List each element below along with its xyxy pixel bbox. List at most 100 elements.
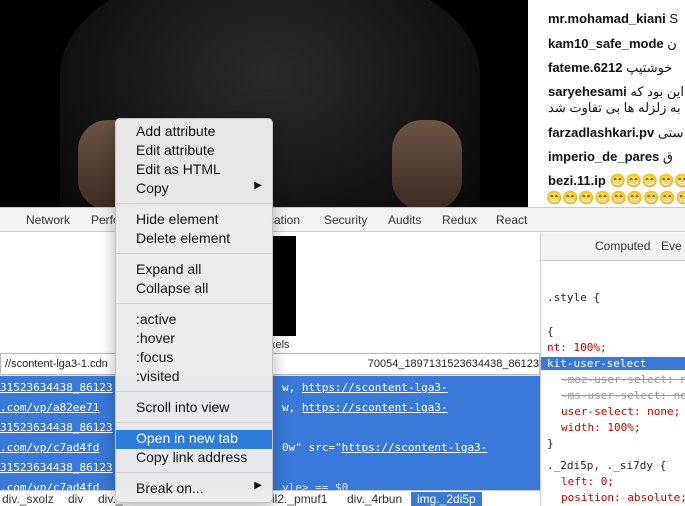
menu-scroll-into-view[interactable]: Scroll into view	[116, 399, 272, 418]
menu-label: :active	[136, 311, 177, 327]
comment: fateme.6212 خوشتیپ	[548, 60, 672, 76]
tab-redux[interactable]: Redux	[442, 213, 477, 227]
css-line: {	[547, 325, 554, 338]
menu-separator	[116, 422, 272, 423]
tab-audits[interactable]: Audits	[388, 213, 421, 227]
url-tooltip-start: //scontent-lga3-1.cdn	[5, 358, 108, 370]
menu-force-visited[interactable]: :visited	[116, 368, 272, 387]
comments-panel: mr.mohamad_kiani S kam10_safe_mode ن fat…	[528, 0, 685, 207]
comment-user[interactable]: imperio_de_pares	[548, 149, 659, 164]
menu-label: Break on...	[136, 480, 204, 496]
devtools-tabbar: Network Perfo cation Security Audits Red…	[0, 208, 685, 232]
menu-expand-all[interactable]: Expand all	[116, 261, 272, 280]
crumb-item[interactable]: div	[68, 492, 83, 506]
menu-collapse-all[interactable]: Collapse all	[116, 280, 272, 299]
css-line: .style {	[547, 291, 600, 304]
tab-computed[interactable]: Computed	[595, 239, 650, 253]
comment-user[interactable]: fateme.6212	[548, 60, 622, 75]
css-property[interactable]: left: 0;	[561, 475, 614, 488]
comment-user[interactable]: mr.mohamad_kiani	[548, 11, 666, 26]
css-line: }	[547, 437, 554, 450]
comment-user[interactable]: farzadlashkari.pv	[548, 125, 654, 140]
crumb-item-selected[interactable]: img._2di5p	[411, 492, 482, 506]
tab-network[interactable]: Network	[26, 213, 70, 227]
code-text: w,	[282, 381, 302, 394]
comment-user[interactable]: bezi.11.ip	[548, 173, 606, 188]
submenu-arrow-icon: ▶	[254, 480, 262, 491]
srcset-url[interactable]: 31523634438_86123	[0, 461, 114, 474]
crumb-item[interactable]: il2._pmuf1	[272, 492, 327, 506]
css-property[interactable]: user-select: none;	[561, 405, 680, 418]
comment-text: ن	[667, 36, 677, 51]
menu-separator	[116, 391, 272, 392]
menu-force-focus[interactable]: :focus	[116, 349, 272, 368]
srcset-url[interactable]: .com/vp/c7ad4fd	[0, 441, 114, 454]
menu-label: Open in new tab	[136, 430, 238, 446]
tab-react[interactable]: React	[496, 213, 527, 227]
comment: bezi.11.ip 😁😁😁😁😁	[548, 173, 685, 189]
context-menu: Add attribute Edit attribute Edit as HTM…	[115, 118, 273, 503]
menu-label: Copy link address	[136, 449, 248, 465]
menu-hide-element[interactable]: Hide element	[116, 211, 272, 230]
comment-text: S	[669, 11, 679, 26]
menu-edit-attribute[interactable]: Edit attribute	[116, 142, 272, 161]
comment: mr.mohamad_kiani S	[548, 11, 678, 26]
src-link[interactable]: https://scontent-lga3-	[342, 441, 488, 454]
menu-separator	[116, 472, 272, 473]
comment: kam10_safe_mode ن	[548, 36, 677, 52]
menu-label: Copy	[136, 180, 169, 196]
menu-label: :focus	[136, 349, 174, 365]
tab-event-listeners[interactable]: Eve	[661, 239, 682, 253]
menu-delete-element[interactable]: Delete element	[116, 230, 272, 249]
css-property-overridden[interactable]: -moz-user-select: n	[561, 373, 685, 386]
menu-edit-as-html[interactable]: Edit as HTML	[116, 161, 272, 180]
css-property[interactable]: position: absolute;	[561, 491, 685, 504]
styles-pane: Computed Eve .style { { nt: 100%; kit-us…	[540, 233, 685, 506]
comment-text: این بود که	[630, 84, 685, 99]
menu-label: Delete element	[136, 230, 231, 246]
menu-label: Expand all	[136, 261, 202, 277]
comment: سبت به زلزله ها بی تفاوت شد	[548, 100, 685, 116]
menu-label: :hover	[136, 330, 175, 346]
crumb-item[interactable]: div._sxolz	[2, 492, 54, 506]
css-selector[interactable]: ._2di5p, ._si7dy {	[547, 459, 666, 472]
comment-text: 😁😁😁😁😁😁😁😁😁	[546, 190, 685, 205]
comment: farzadlashkari.pv ستی	[548, 125, 684, 141]
menu-break-on[interactable]: Break on... ▶	[116, 480, 272, 499]
srcset-url[interactable]: 31523634438_86123	[0, 381, 114, 394]
menu-copy-link-address[interactable]: Copy link address	[116, 449, 272, 468]
menu-copy[interactable]: Copy ▶	[116, 180, 272, 199]
css-property-selected[interactable]: kit-user-select	[541, 357, 685, 370]
menu-add-attribute[interactable]: Add attribute	[116, 123, 272, 142]
url-tooltip-end: 70054_1897131523634438_86123351227813068…	[367, 358, 540, 370]
comment-text: 😁😁😁😁😁	[609, 173, 685, 188]
menu-force-hover[interactable]: :hover	[116, 330, 272, 349]
srcset-link[interactable]: https://scontent-lga3-	[302, 401, 448, 414]
crumb-item[interactable]: div._4rbun	[347, 492, 402, 506]
srcset-url[interactable]: 31523634438_86123	[0, 421, 114, 434]
menu-label: :visited	[136, 368, 180, 384]
code-text: w,	[282, 401, 302, 414]
menu-force-active[interactable]: :active	[116, 311, 272, 330]
comment-text: سبت به زلزله ها بی تفاوت شد	[548, 100, 685, 115]
css-property-overridden[interactable]: -ms-user-select: no	[561, 389, 685, 402]
code-text: 0w" src="	[282, 441, 342, 454]
tab-security[interactable]: Security	[324, 213, 367, 227]
comment: 😁😁😁😁😁😁😁😁😁	[546, 190, 685, 206]
css-property[interactable]: width: 100%;	[561, 421, 640, 434]
menu-label: Scroll into view	[136, 399, 230, 415]
comment-text: ستی	[657, 125, 684, 140]
comment-text: خوشتیپ	[626, 60, 673, 75]
menu-label: Edit as HTML	[136, 161, 221, 177]
submenu-arrow-icon: ▶	[254, 180, 262, 191]
comment: imperio_de_pares ق	[548, 149, 673, 165]
styles-subtabbar: Computed Eve	[541, 233, 685, 261]
css-property[interactable]: nt: 100%;	[547, 341, 607, 354]
menu-label: Add attribute	[136, 123, 216, 139]
comment: saryehesami این بود که	[548, 84, 684, 100]
menu-open-in-new-tab[interactable]: Open in new tab	[116, 430, 272, 449]
comment-user[interactable]: kam10_safe_mode	[548, 36, 664, 51]
comment-user[interactable]: saryehesami	[548, 84, 627, 99]
menu-separator	[116, 303, 272, 304]
srcset-link[interactable]: https://scontent-lga3-	[302, 381, 448, 394]
